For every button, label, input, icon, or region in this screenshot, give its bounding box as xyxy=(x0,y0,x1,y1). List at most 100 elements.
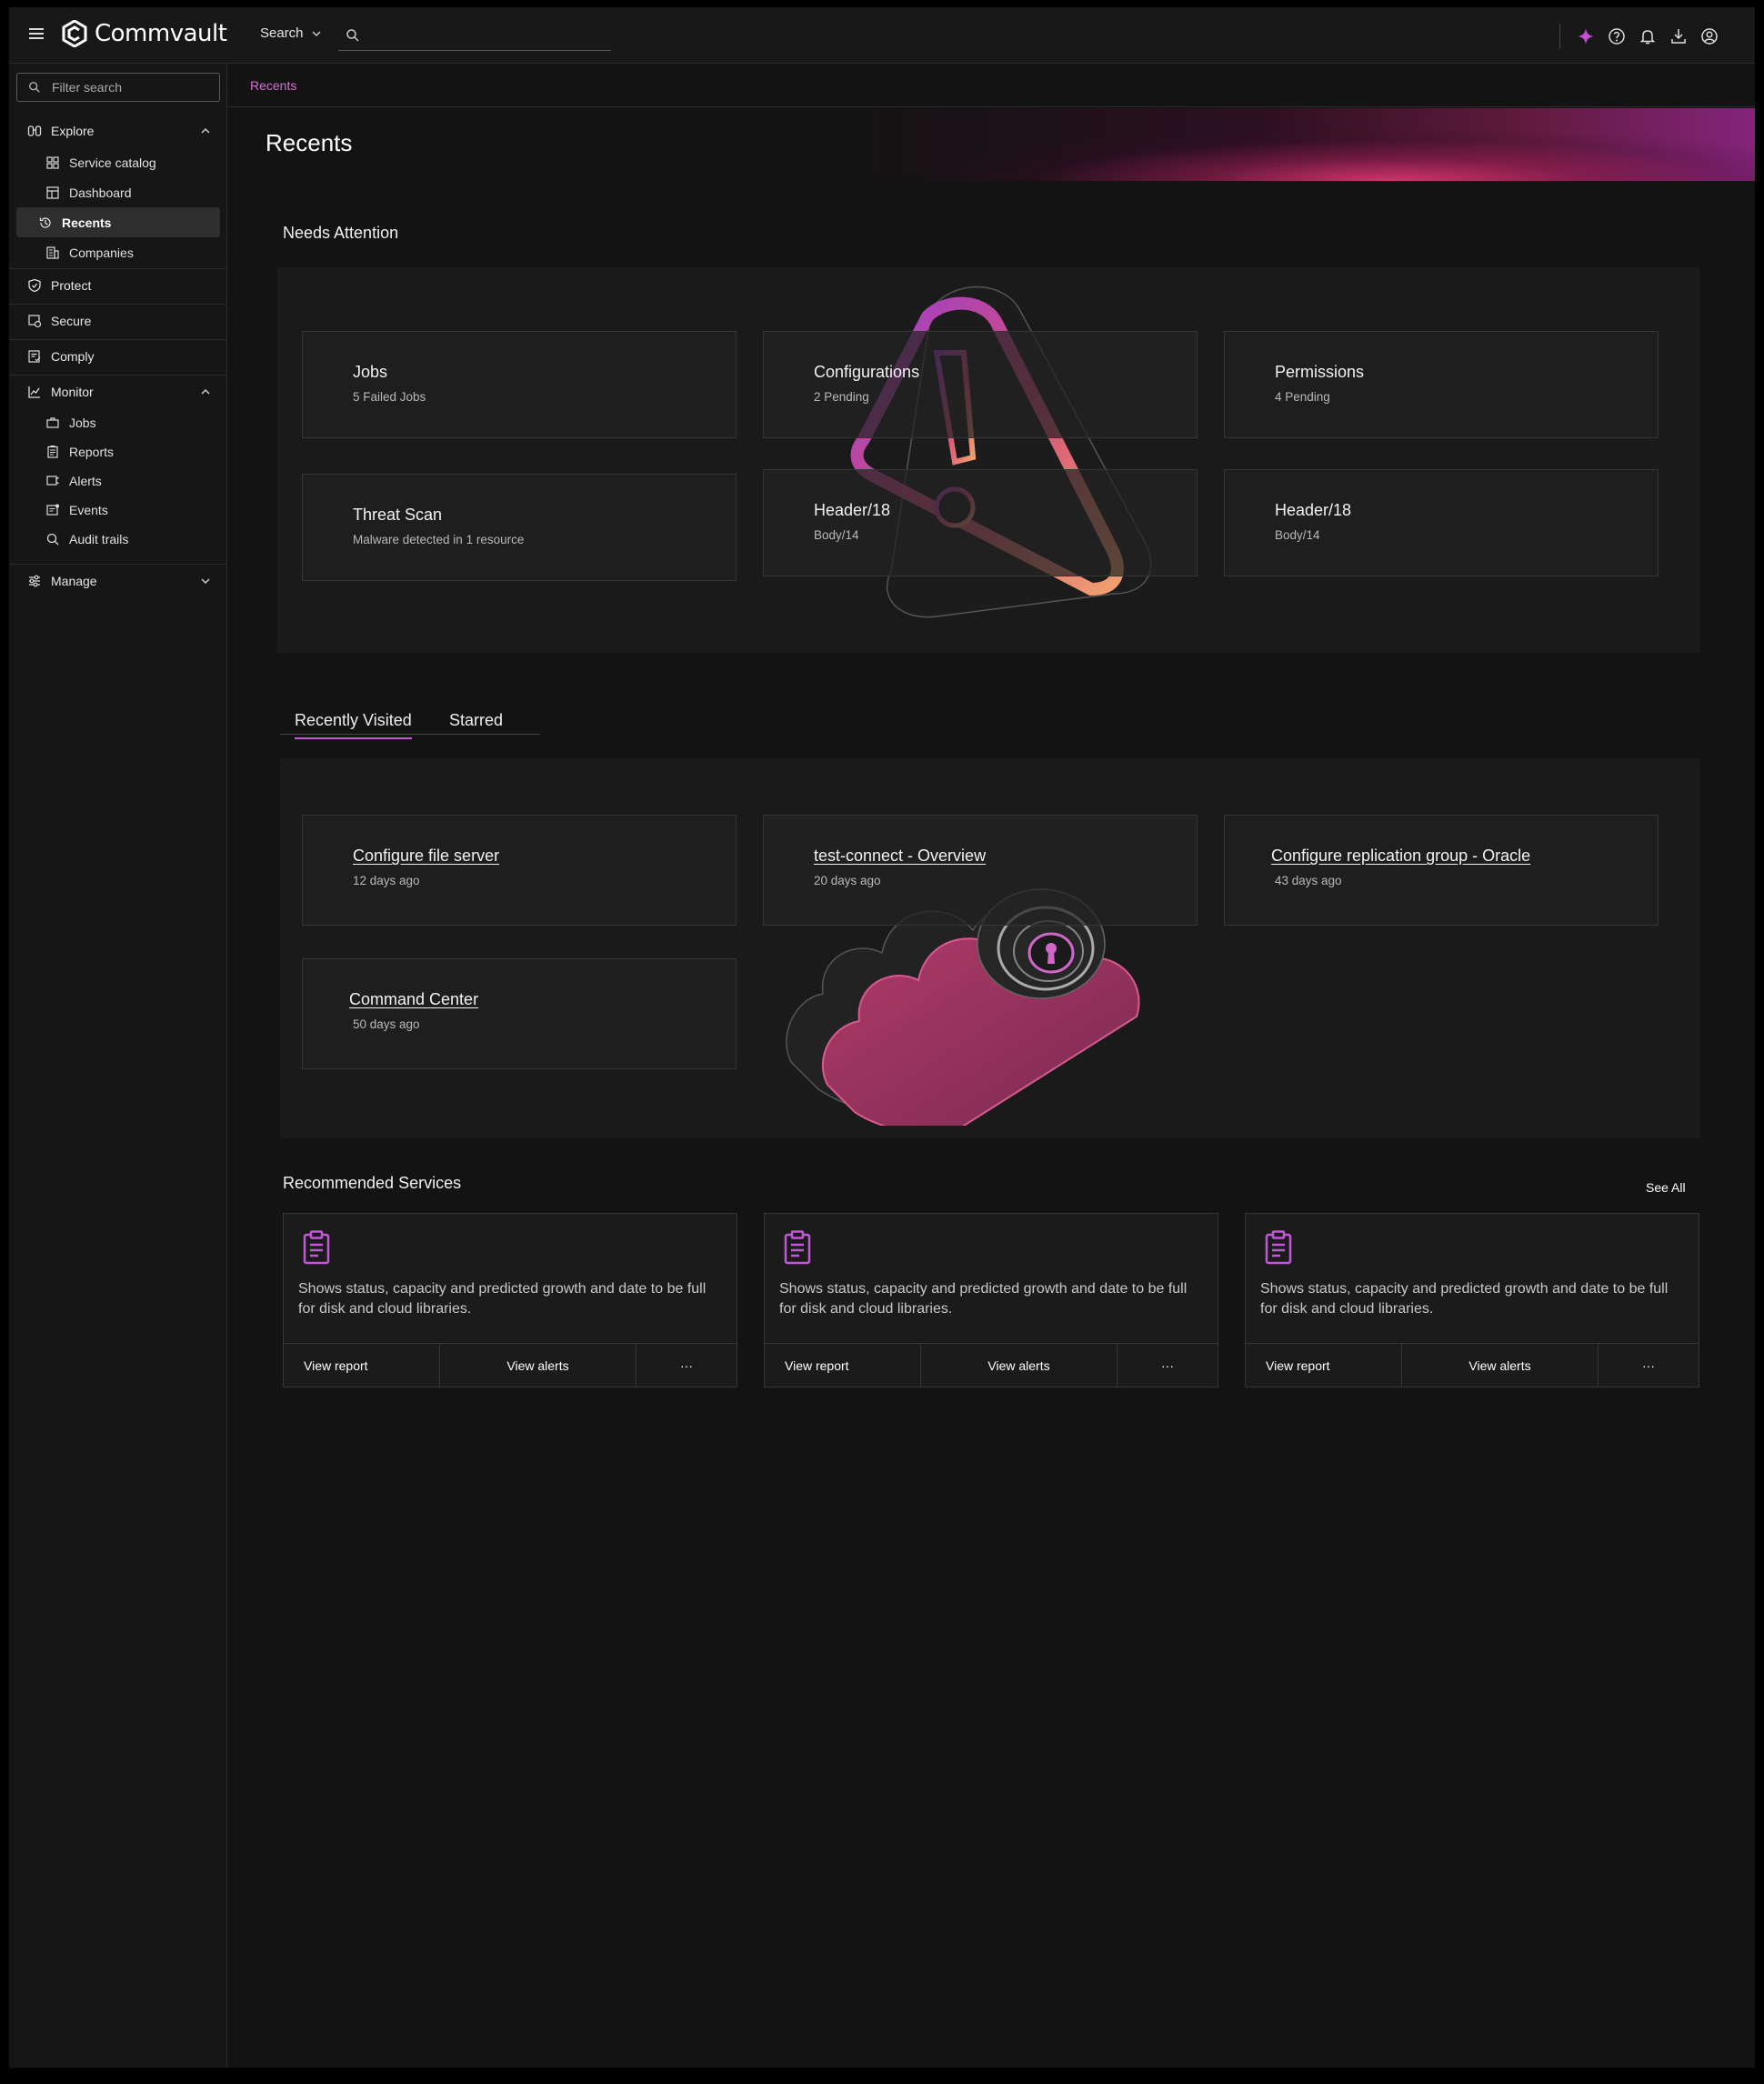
tab-recently-visited[interactable]: Recently Visited xyxy=(295,711,412,739)
card-title: Permissions xyxy=(1275,363,1365,381)
brand-logo[interactable]: Commvault xyxy=(62,20,227,47)
hamburger-menu-icon[interactable] xyxy=(29,25,47,44)
binoculars-icon xyxy=(27,125,42,136)
sidebar-item-label: Service catalog xyxy=(69,155,156,170)
sidebar-item-recents[interactable]: Recents xyxy=(16,207,220,237)
view-alerts-button[interactable]: View alerts xyxy=(1402,1344,1599,1388)
view-alerts-button[interactable]: View alerts xyxy=(440,1344,636,1388)
dashboard-icon xyxy=(46,185,59,199)
search-scope-dropdown[interactable]: Search xyxy=(260,25,322,41)
recent-link[interactable]: Command Center xyxy=(349,990,478,1009)
sidebar-item-dashboard[interactable]: Dashboard xyxy=(16,177,220,207)
sidebar-item-events[interactable]: Events xyxy=(16,496,220,525)
view-alerts-button[interactable]: View alerts xyxy=(921,1344,1118,1388)
alert-monitor-icon xyxy=(46,476,59,486)
recent-time: 50 days ago xyxy=(353,1017,420,1031)
filter-search[interactable] xyxy=(16,73,220,102)
nav-protect-item[interactable]: Protect xyxy=(9,269,227,302)
recent-card-configure-replication-group-oracle[interactable]: Configure replication group - Oracle 43 … xyxy=(1224,815,1659,926)
nav-protect-label: Protect xyxy=(51,278,92,293)
sidebar-item-label: Alerts xyxy=(69,474,102,488)
card-title: Header/18 xyxy=(1275,501,1352,519)
brand-name: Commvault xyxy=(95,20,227,47)
nav-manage-toggle[interactable]: Manage xyxy=(9,565,227,597)
attention-card-configurations[interactable]: Configurations 2 Pending xyxy=(763,331,1198,438)
event-icon xyxy=(46,504,59,516)
nav-comply: Comply xyxy=(9,340,227,373)
commvault-logo-icon xyxy=(62,20,87,47)
sidebar-item-companies[interactable]: Companies xyxy=(16,237,220,267)
more-options-button[interactable]: ··· xyxy=(636,1344,737,1388)
nav-comply-item[interactable]: Comply xyxy=(9,340,227,373)
clipboard-icon xyxy=(1265,1230,1292,1265)
recent-card-test-connect-overview[interactable]: test-connect - Overview 20 days ago xyxy=(763,815,1198,926)
attention-card-header-placeholder[interactable]: Header/18 Body/14 xyxy=(1224,469,1659,576)
service-description: Shows status, capacity and predicted gro… xyxy=(779,1281,1188,1317)
chevron-down-icon xyxy=(201,578,210,585)
nav-explore-toggle[interactable]: Explore xyxy=(9,115,227,147)
filter-search-input[interactable] xyxy=(52,80,206,95)
sidebar-item-label: Events xyxy=(69,503,108,517)
help-icon[interactable] xyxy=(1608,27,1626,45)
nav-monitor-toggle[interactable]: Monitor xyxy=(9,376,227,408)
download-icon[interactable] xyxy=(1669,27,1688,45)
attention-card-permissions[interactable]: Permissions 4 Pending xyxy=(1224,331,1659,438)
nav-manage: Manage xyxy=(9,565,227,597)
recent-link[interactable]: Configure replication group - Oracle xyxy=(1271,847,1530,866)
clipboard-icon xyxy=(784,1230,811,1265)
recent-link[interactable]: test-connect - Overview xyxy=(814,847,986,866)
view-report-button[interactable]: View report xyxy=(1246,1344,1402,1388)
sidebar-item-label: Companies xyxy=(69,245,134,260)
nav-explore: Explore Service catalog Dashboard Recent… xyxy=(9,115,227,267)
card-subtitle: Malware detected in 1 resource xyxy=(353,533,525,546)
user-profile-icon[interactable] xyxy=(1700,27,1719,45)
tab-starred[interactable]: Starred xyxy=(449,711,503,730)
card-subtitle: 4 Pending xyxy=(1275,390,1330,404)
page-title: Recents xyxy=(266,129,353,156)
sidebar: Explore Service catalog Dashboard Recent… xyxy=(9,64,227,2068)
recent-card-configure-file-server[interactable]: Configure file server 12 days ago xyxy=(302,815,737,926)
card-subtitle: Body/14 xyxy=(814,528,859,542)
service-actions: View report View alerts ··· xyxy=(1246,1343,1699,1388)
sidebar-item-service-catalog[interactable]: Service catalog xyxy=(16,147,220,177)
service-card: Shows status, capacity and predicted gro… xyxy=(764,1213,1218,1388)
recent-card-command-center[interactable]: Command Center 50 days ago xyxy=(302,958,737,1069)
page-header-banner xyxy=(228,108,1755,181)
magnifier-audit-icon xyxy=(46,533,59,546)
nav-comply-label: Comply xyxy=(51,349,95,364)
sliders-icon xyxy=(29,575,40,587)
sidebar-item-alerts[interactable]: Alerts xyxy=(16,466,220,496)
briefcase-icon xyxy=(46,417,59,428)
global-search[interactable] xyxy=(338,20,611,51)
ai-sparkle-icon[interactable] xyxy=(1577,27,1595,45)
sidebar-item-jobs[interactable]: Jobs xyxy=(16,408,220,437)
card-subtitle: 5 Failed Jobs xyxy=(353,390,426,404)
top-right-toolbar xyxy=(1559,24,1719,49)
header-glow-decoration xyxy=(846,108,1755,181)
more-options-button[interactable]: ··· xyxy=(1118,1344,1218,1388)
nav-secure-label: Secure xyxy=(51,314,92,328)
nav-secure-item[interactable]: Secure xyxy=(9,305,227,337)
recent-link[interactable]: Configure file server xyxy=(353,847,499,866)
needs-attention-panel xyxy=(277,267,1700,653)
sidebar-item-label: Reports xyxy=(69,445,115,459)
notification-bell-icon[interactable] xyxy=(1639,27,1657,45)
recents-tabs: Recently Visited Starred xyxy=(280,698,540,739)
sidebar-item-audit-trails[interactable]: Audit trails xyxy=(16,525,220,554)
attention-card-threat-scan[interactable]: Threat Scan Malware detected in 1 resour… xyxy=(302,474,737,581)
card-title: Jobs xyxy=(353,363,388,381)
breadcrumb-recents[interactable]: Recents xyxy=(250,78,296,93)
view-report-button[interactable]: View report xyxy=(284,1344,440,1388)
nav-protect: Protect xyxy=(9,269,227,302)
more-options-button[interactable]: ··· xyxy=(1599,1344,1699,1388)
sidebar-item-label: Audit trails xyxy=(69,532,129,546)
service-card: Shows status, capacity and predicted gro… xyxy=(283,1213,737,1388)
global-search-input[interactable] xyxy=(369,27,587,43)
sidebar-item-reports[interactable]: Reports xyxy=(16,437,220,466)
attention-card-jobs[interactable]: Jobs 5 Failed Jobs xyxy=(302,331,737,438)
attention-card-header-placeholder[interactable]: Header/18 Body/14 xyxy=(763,469,1198,576)
grid-icon xyxy=(46,155,59,169)
card-subtitle: 2 Pending xyxy=(814,390,869,404)
view-report-button[interactable]: View report xyxy=(765,1344,921,1388)
see-all-link[interactable]: See All xyxy=(1646,1180,1686,1195)
